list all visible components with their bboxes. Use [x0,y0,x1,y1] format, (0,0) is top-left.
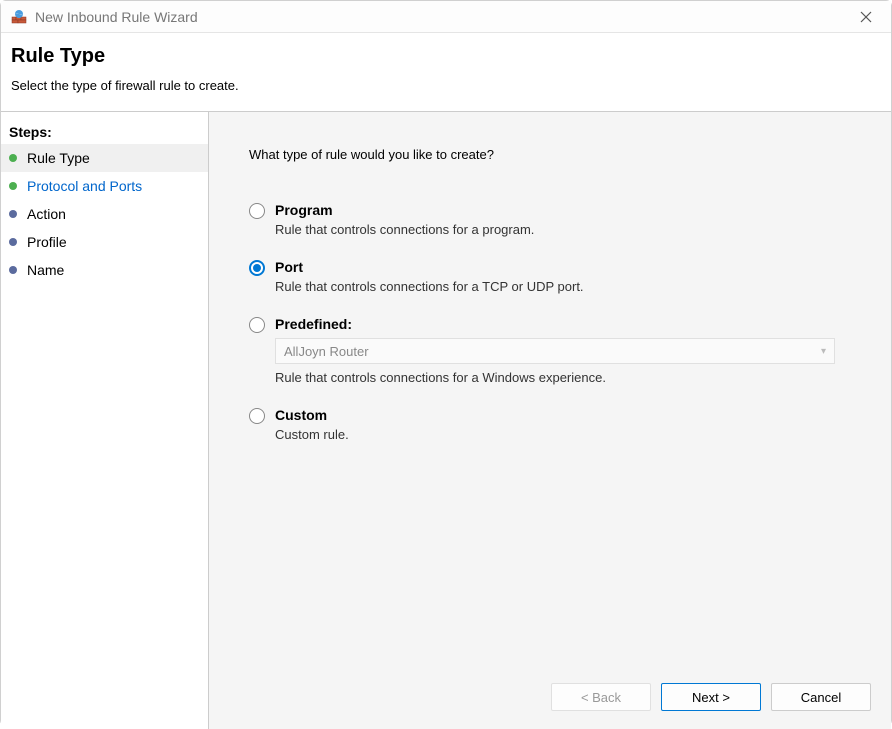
option-title: Port [275,259,861,275]
step-bullet-icon [9,238,17,246]
firewall-icon [11,9,27,25]
radio-port[interactable] [249,260,265,276]
steps-sidebar: Steps: Rule Type Protocol and Ports Acti… [1,112,209,729]
step-label: Action [27,206,66,222]
option-custom: Custom Custom rule. [249,407,861,442]
option-content: Predefined: AllJoyn Router ▾ Rule that c… [275,316,861,385]
option-content: Program Rule that controls connections f… [275,202,861,237]
step-bullet-icon [9,182,17,190]
option-desc: Rule that controls connections for a pro… [275,222,861,237]
step-bullet-icon [9,210,17,218]
wizard-header: Rule Type Select the type of firewall ru… [1,33,891,112]
option-content: Custom Custom rule. [275,407,861,442]
button-bar: < Back Next > Cancel [551,683,871,711]
step-label: Profile [27,234,67,250]
step-label: Name [27,262,64,278]
back-button: < Back [551,683,651,711]
step-label: Protocol and Ports [27,178,142,194]
radio-custom[interactable] [249,408,265,424]
question-text: What type of rule would you like to crea… [249,147,861,162]
titlebar: New Inbound Rule Wizard [1,1,891,33]
step-label: Rule Type [27,150,90,166]
option-desc: Custom rule. [275,427,861,442]
option-content: Port Rule that controls connections for … [275,259,861,294]
page-title: Rule Type [11,45,881,68]
option-title: Program [275,202,861,218]
next-button[interactable]: Next > [661,683,761,711]
close-button[interactable] [851,2,881,32]
main-panel: What type of rule would you like to crea… [209,112,891,729]
predefined-dropdown[interactable]: AllJoyn Router ▾ [275,338,835,364]
cancel-button[interactable]: Cancel [771,683,871,711]
option-desc: Rule that controls connections for a TCP… [275,279,861,294]
step-bullet-icon [9,154,17,162]
steps-heading: Steps: [1,120,208,144]
option-port: Port Rule that controls connections for … [249,259,861,294]
step-rule-type[interactable]: Rule Type [1,144,208,172]
window-title: New Inbound Rule Wizard [35,9,851,25]
option-desc: Rule that controls connections for a Win… [275,370,861,385]
page-subtitle: Select the type of firewall rule to crea… [11,78,881,93]
dropdown-value: AllJoyn Router [284,344,369,359]
radio-program[interactable] [249,203,265,219]
option-title: Custom [275,407,861,423]
option-title: Predefined: [275,316,861,332]
step-protocol-and-ports[interactable]: Protocol and Ports [1,172,208,200]
step-name[interactable]: Name [1,256,208,284]
option-program: Program Rule that controls connections f… [249,202,861,237]
radio-predefined[interactable] [249,317,265,333]
step-action[interactable]: Action [1,200,208,228]
option-predefined: Predefined: AllJoyn Router ▾ Rule that c… [249,316,861,385]
step-bullet-icon [9,266,17,274]
chevron-down-icon: ▾ [821,346,826,357]
step-profile[interactable]: Profile [1,228,208,256]
content-area: Steps: Rule Type Protocol and Ports Acti… [1,112,891,729]
